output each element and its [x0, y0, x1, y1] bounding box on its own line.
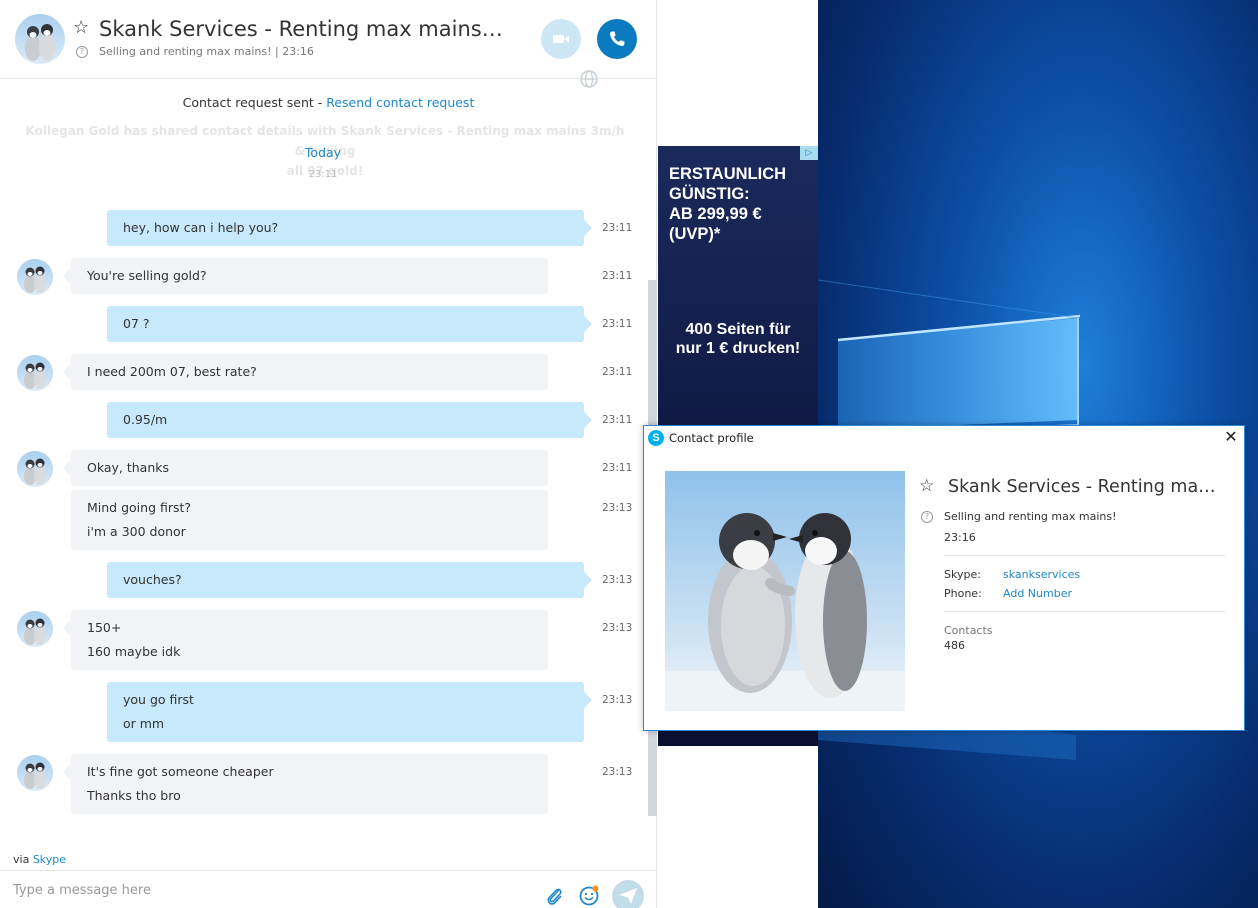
message-text: you go first	[123, 692, 194, 707]
close-icon[interactable]: ✕	[1222, 428, 1240, 446]
message-timestamp: 23:11	[602, 318, 633, 330]
profile-status: Selling and renting max mains!	[944, 510, 1117, 523]
message-timestamp: 23:13	[602, 622, 633, 634]
contacts-count-value: 486	[944, 639, 965, 652]
skype-logo-icon: S	[648, 430, 664, 446]
contacts-count-label: Contacts	[944, 624, 993, 637]
skype-id-value[interactable]: skankservices	[1003, 568, 1080, 581]
help-icon: ?	[921, 511, 933, 523]
incoming-message[interactable]: You're selling gold?	[63, 258, 548, 294]
contact-profile-window: S Contact profile ✕ ☆ Skank Services - R…	[643, 425, 1245, 731]
ad-offer-text: 400 Seiten für nur 1 € drucken!	[675, 321, 801, 357]
paperclip-icon	[547, 888, 562, 905]
outgoing-message[interactable]: 07 ?	[107, 306, 592, 342]
incoming-message[interactable]: 150+ 160 maybe idk	[63, 610, 548, 670]
message-text: 150+	[87, 620, 122, 635]
outgoing-message[interactable]: hey, how can i help you?	[107, 210, 592, 246]
message-input[interactable]	[0, 872, 520, 908]
contact-request-banner: Contact request sent - Resend contact re…	[0, 80, 657, 126]
contact-name[interactable]: Skank Services - Renting max mains 3m/h …	[99, 16, 509, 42]
contact-avatar[interactable]	[15, 14, 65, 64]
phone-label: Phone:	[944, 587, 982, 600]
message-timestamp: 23:13	[602, 574, 633, 586]
message-timestamp: 23:11	[602, 462, 633, 474]
profile-divider	[944, 611, 1225, 612]
emoticon-button[interactable]	[578, 884, 600, 906]
day-divider-time: 23:11	[308, 169, 338, 180]
favorite-star-icon[interactable]: ☆	[73, 18, 89, 38]
phone-icon	[610, 31, 625, 46]
penguins-avatar-image	[25, 24, 55, 61]
via-label: via Skype	[13, 853, 66, 866]
sender-avatar[interactable]	[17, 611, 53, 647]
message-text: Mind going first?	[87, 500, 192, 515]
add-number-link[interactable]: Add Number	[1003, 587, 1072, 600]
profile-photo	[665, 471, 905, 711]
contact-status: Selling and renting max mains! | 23:16	[99, 45, 314, 58]
message-text: Thanks tho bro	[87, 788, 181, 803]
message-text: You're selling gold?	[87, 268, 207, 283]
message-timestamp: 23:11	[602, 222, 633, 234]
message-timestamp: 23:11	[602, 414, 633, 426]
chat-header: ☆ Skank Services - Renting max mains 3m/…	[0, 0, 657, 89]
profile-name: Skank Services - Renting max mains 3m/h …	[948, 477, 1223, 497]
message-timestamp: 23:13	[602, 766, 633, 778]
incoming-message[interactable]: I need 200m 07, best rate?	[63, 354, 548, 390]
smiley-icon	[579, 885, 599, 906]
outgoing-message[interactable]: 0.95/m	[107, 402, 592, 438]
resend-request-link[interactable]: Resend contact request	[326, 95, 474, 110]
day-divider-label: Today	[304, 145, 342, 160]
video-camera-icon	[553, 35, 569, 43]
penguins-photo-image	[665, 471, 905, 711]
message-text: hey, how can i help you?	[123, 220, 279, 235]
profile-divider	[944, 555, 1225, 556]
compose-divider	[0, 870, 657, 871]
message-text: or mm	[123, 716, 165, 731]
ad-headline: ERSTAUNLICH GÜNSTIG: AB 299,99 € (UVP)*	[669, 165, 787, 243]
message-timestamp: 23:13	[602, 502, 633, 514]
audio-call-button[interactable]	[597, 19, 637, 59]
message-text: 0.95/m	[123, 412, 168, 427]
sender-avatar[interactable]	[17, 259, 53, 295]
help-icon: ?	[76, 46, 88, 58]
status-time: 23:16	[282, 45, 314, 58]
outgoing-message[interactable]: you go first or mm	[107, 682, 592, 742]
window-title: Contact profile	[669, 431, 754, 445]
via-prefix: via	[13, 853, 33, 866]
sender-avatar[interactable]	[17, 355, 53, 391]
message-timestamp: 23:13	[602, 694, 633, 706]
status-message: Selling and renting max mains!	[99, 45, 272, 58]
message-text: It's fine got someone cheaper	[87, 764, 274, 779]
ad-choices-icon[interactable]: ▷	[800, 146, 818, 160]
send-button[interactable]	[612, 880, 644, 908]
incoming-message[interactable]: It's fine got someone cheaper Thanks tho …	[63, 754, 548, 814]
profile-local-time: 23:16	[944, 531, 976, 544]
outgoing-message[interactable]: vouches?	[107, 562, 592, 598]
message-text: I need 200m 07, best rate?	[87, 364, 257, 379]
message-text: 160 maybe idk	[87, 644, 181, 659]
message-text: i'm a 300 donor	[87, 524, 186, 539]
request-sent-text: Contact request sent -	[182, 95, 327, 110]
skype-id-label: Skype:	[944, 568, 981, 581]
message-text: vouches?	[123, 572, 182, 587]
sender-avatar[interactable]	[17, 451, 53, 487]
send-arrow-icon	[619, 888, 637, 904]
message-timestamp: 23:11	[602, 366, 633, 378]
skype-link[interactable]: Skype	[33, 853, 66, 866]
message-timestamp: 23:11	[602, 270, 633, 282]
attach-file-button[interactable]	[544, 885, 564, 907]
video-call-button[interactable]	[541, 19, 581, 59]
incoming-message[interactable]: Okay, thanks	[63, 450, 548, 486]
message-text: 07 ?	[123, 316, 150, 331]
incoming-message[interactable]: Mind going first? i'm a 300 donor	[71, 490, 548, 550]
chat-pane: ☆ Skank Services - Renting max mains 3m/…	[0, 0, 657, 908]
favorite-star-icon[interactable]: ☆	[919, 476, 934, 496]
message-text: Okay, thanks	[87, 460, 170, 475]
sender-avatar[interactable]	[17, 755, 53, 791]
